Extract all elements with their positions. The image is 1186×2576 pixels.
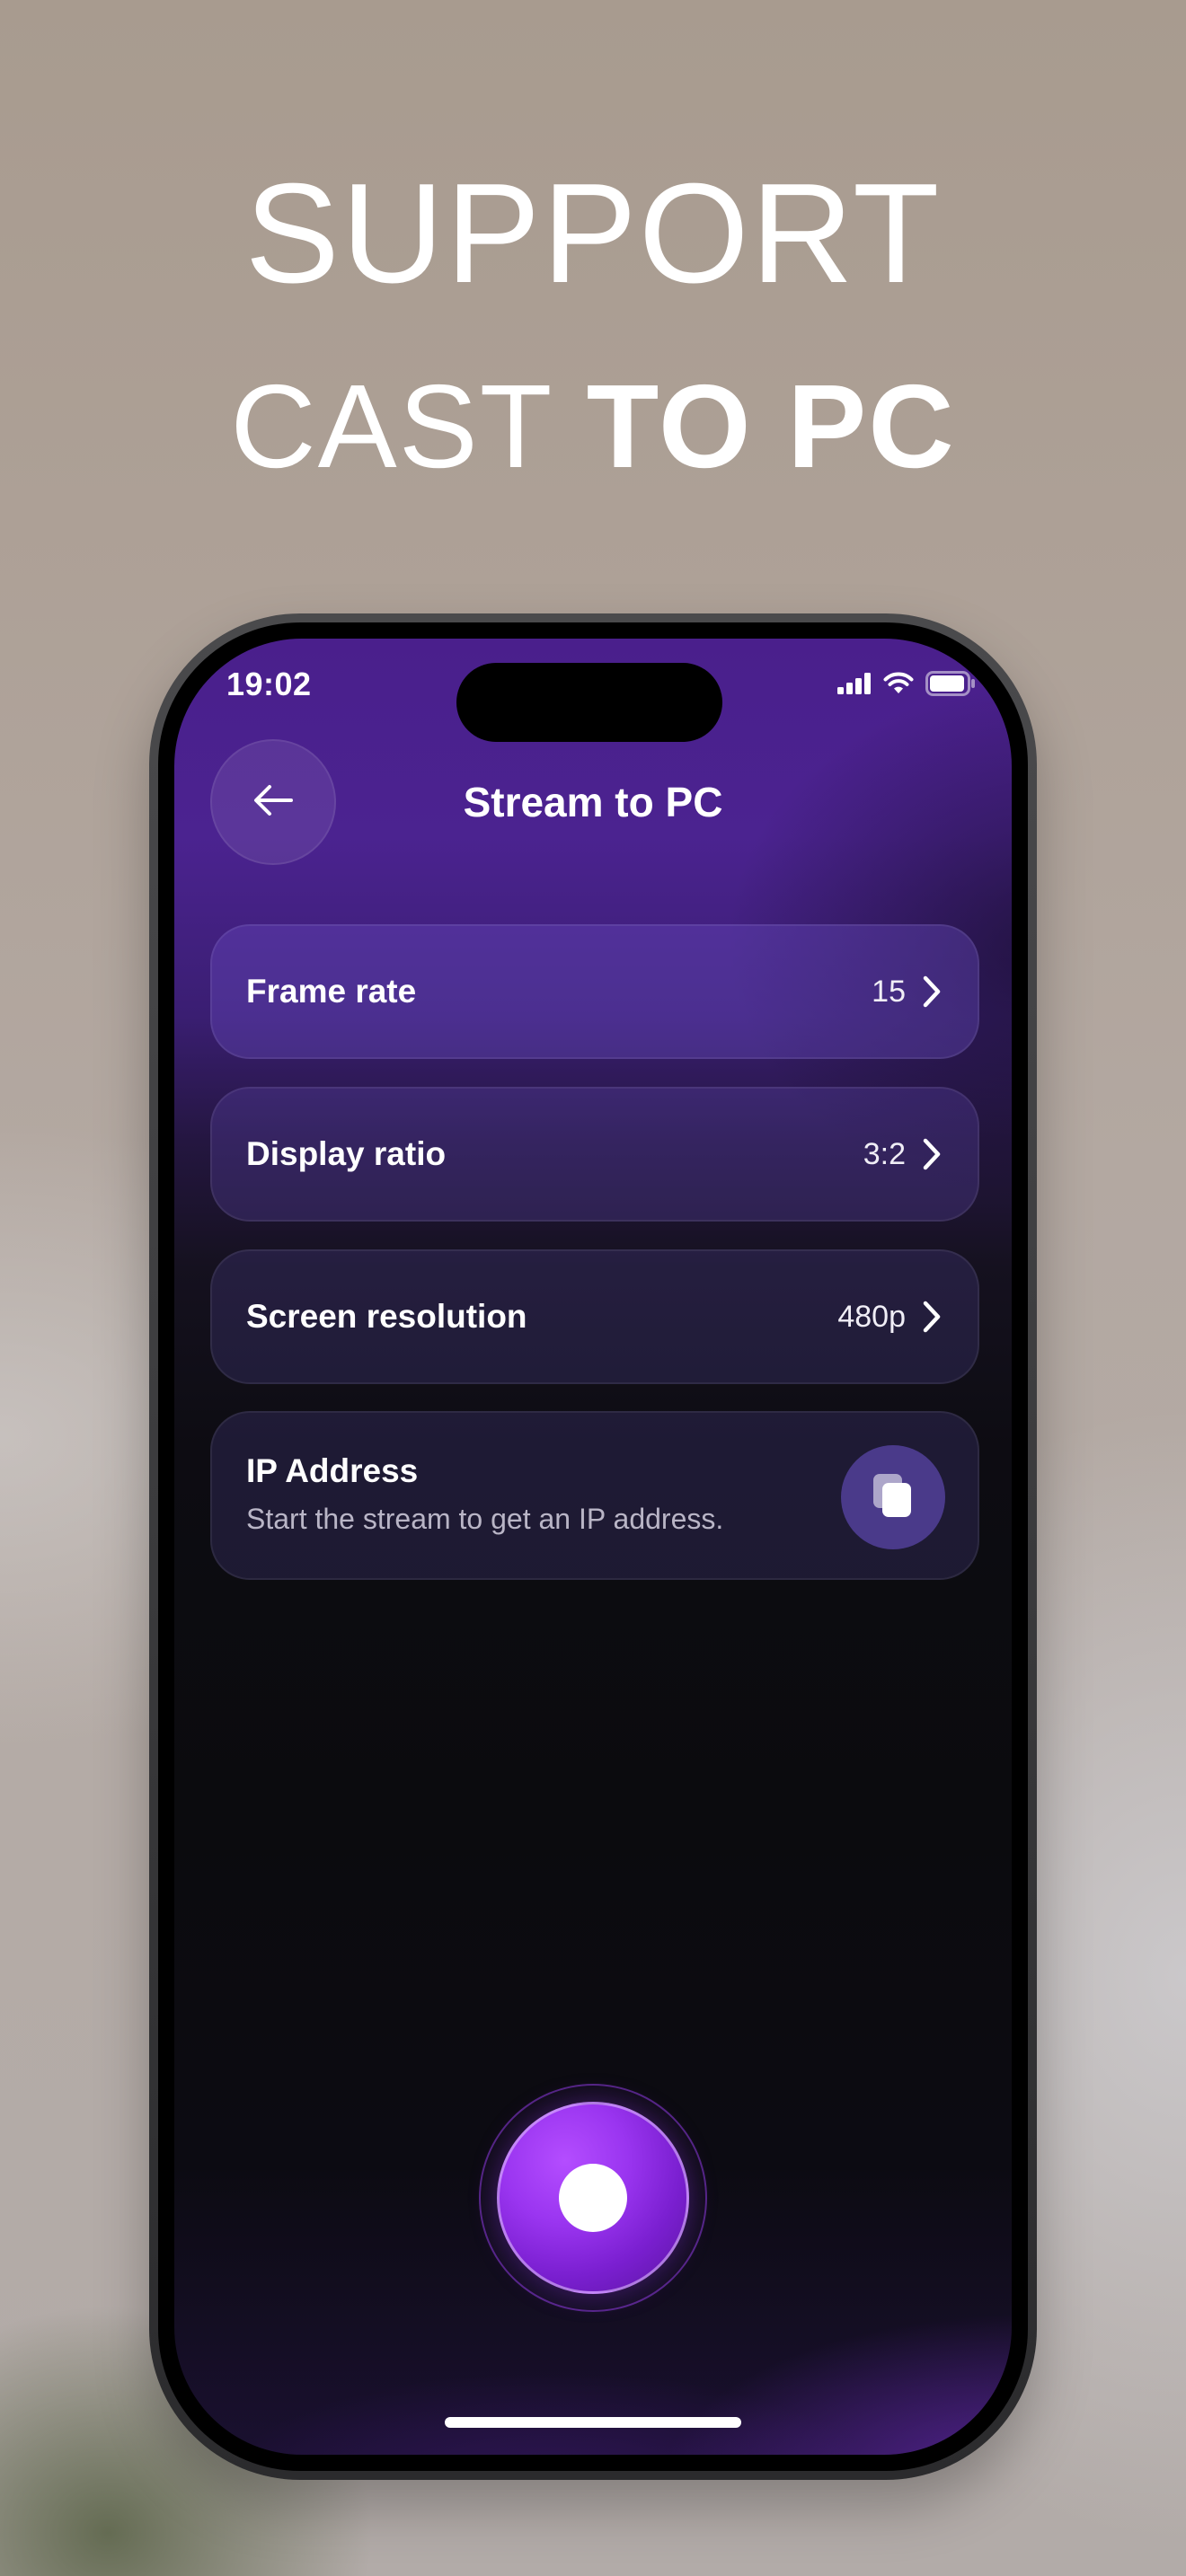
headline-support: SUPPORT <box>244 154 942 313</box>
copy-ip-button[interactable] <box>841 1445 945 1549</box>
screen-resolution-row[interactable]: Screen resolution 480p <box>210 1249 979 1384</box>
record-button[interactable] <box>497 2102 689 2294</box>
chevron-right-icon <box>918 974 945 1010</box>
display-ratio-label: Display ratio <box>246 1135 447 1172</box>
ip-address-card: IP Address Start the stream to get an IP… <box>210 1411 979 1580</box>
home-indicator[interactable] <box>445 2417 741 2428</box>
battery-icon <box>925 671 976 701</box>
dynamic-island <box>456 663 722 742</box>
headline-to-pc-bold: TO PC <box>586 360 956 492</box>
chevron-right-icon <box>918 1136 945 1172</box>
status-icons <box>837 671 976 701</box>
page-title: Stream to PC <box>463 779 723 825</box>
record-icon <box>559 2164 627 2232</box>
phone-frame: 19:02 Stream to PC Frame rate 15 Display… <box>149 613 1037 2480</box>
display-ratio-value: 3:2 <box>863 1136 906 1171</box>
cellular-signal-icon <box>837 673 872 699</box>
screen-resolution-value: 480p <box>837 1299 906 1334</box>
app-screen: 19:02 Stream to PC Frame rate 15 Display… <box>174 639 1012 2455</box>
ip-address-subtitle: Start the stream to get an IP address. <box>246 1503 724 1535</box>
headline-cast-to-pc: CAST TO PC <box>0 359 1186 494</box>
frame-rate-value: 15 <box>872 974 906 1009</box>
frame-rate-row[interactable]: Frame rate 15 <box>210 924 979 1059</box>
ip-address-title: IP Address <box>246 1452 419 1489</box>
headline-cast-light: CAST <box>230 360 587 492</box>
wifi-icon <box>882 672 915 700</box>
screen-resolution-label: Screen resolution <box>246 1298 527 1335</box>
copy-icon <box>872 1472 915 1523</box>
display-ratio-row[interactable]: Display ratio 3:2 <box>210 1087 979 1222</box>
status-time: 19:02 <box>226 666 312 702</box>
frame-rate-label: Frame rate <box>246 973 417 1010</box>
chevron-right-icon <box>918 1299 945 1335</box>
